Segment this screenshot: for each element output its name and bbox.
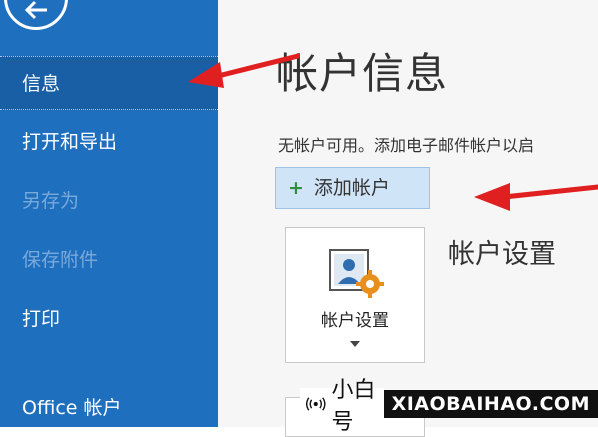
add-account-label: 添加帐户 — [313, 177, 390, 199]
sidebar-item-print[interactable]: 打印 — [0, 292, 218, 346]
watermark-url: XIAOBAIHAO.COM — [383, 390, 598, 418]
sidebar-item-save-attachments: 保存附件 — [22, 249, 99, 271]
account-settings-icon — [329, 249, 384, 298]
backstage-sidebar: 信息 打开和导出 另存为 保存附件 打印 Office 帐户 — [0, 0, 218, 427]
plus-icon: + — [288, 177, 304, 199]
sidebar-item-open-export[interactable]: 打开和导出 — [0, 115, 218, 169]
account-settings-button[interactable]: 帐户设置 — [285, 227, 425, 363]
back-button[interactable] — [4, 0, 68, 30]
account-description: 无帐户可用。添加电子邮件帐户以启 — [278, 136, 535, 155]
watermark-bar: 小白号 XIAOBAIHAO.COM — [300, 378, 598, 435]
broadcast-icon — [306, 397, 326, 411]
account-settings-tile-label: 帐户设置 — [321, 311, 389, 331]
sidebar-item-save-as: 另存为 — [22, 190, 80, 212]
page-title: 帐户信息 — [276, 49, 449, 98]
watermark-brand-text: 小白号 — [331, 378, 376, 435]
section-heading-account-settings: 帐户设置 — [448, 239, 556, 270]
sidebar-item-info[interactable]: 信息 — [0, 56, 218, 110]
chevron-down-icon — [350, 341, 360, 347]
add-account-button[interactable]: + 添加帐户 — [275, 167, 430, 209]
back-arrow-icon — [24, 0, 47, 20]
watermark-brand: 小白号 — [300, 378, 384, 435]
